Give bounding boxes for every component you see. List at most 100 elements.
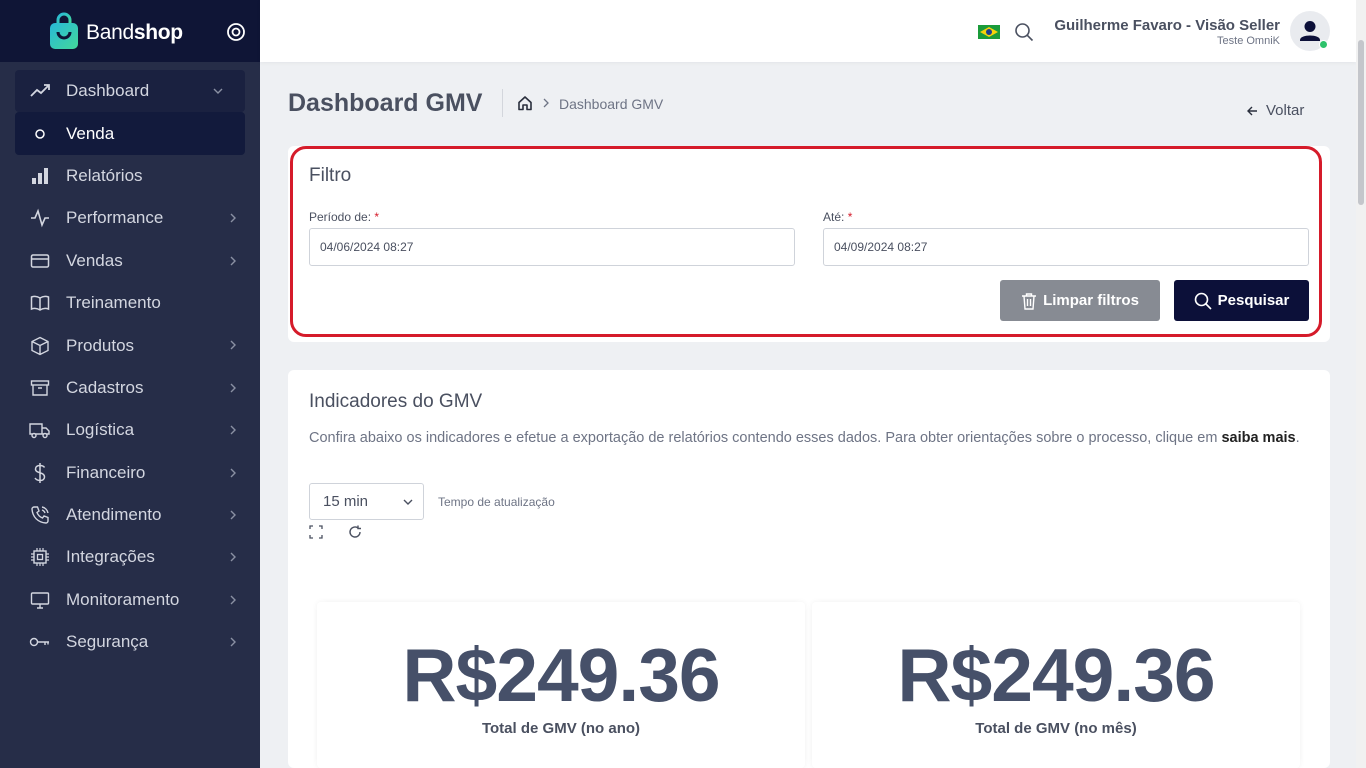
sidebar-item-label: Produtos: [66, 335, 135, 355]
truck-icon: [29, 419, 51, 441]
sidebar-item-treinamento[interactable]: Treinamento: [0, 282, 260, 324]
chip-icon: [29, 546, 51, 568]
chevron-right-icon: [230, 637, 236, 647]
sidebar-item-label: Vendas: [66, 250, 123, 270]
title-divider: [502, 89, 503, 117]
refresh-icon[interactable]: [348, 525, 362, 539]
credit-card-icon: [29, 250, 51, 272]
period-from-label: Período de: *: [309, 210, 380, 224]
chevron-right-icon: [230, 552, 236, 562]
page-scrollbar[interactable]: [1356, 0, 1366, 768]
refresh-interval-label: Tempo de atualização: [438, 495, 555, 509]
sidebar-item-label: Cadastros: [66, 377, 144, 397]
sidebar-item-label: Treinamento: [66, 293, 161, 313]
period-to-input[interactable]: [823, 228, 1309, 266]
kpi-card-gmv-month: R$249.36 Total de GMV (no mês): [812, 602, 1300, 768]
chevron-right-icon: [230, 340, 236, 350]
breadcrumb[interactable]: Dashboard GMV: [559, 96, 663, 112]
refresh-interval-value: 15 min: [323, 493, 369, 510]
arrow-left-icon: [1247, 106, 1257, 115]
refresh-interval-select[interactable]: 15 min: [309, 483, 424, 520]
sidebar-item-label: Atendimento: [66, 505, 162, 525]
sidebar-item-label: Segurança: [66, 632, 149, 652]
sidebar-item-cadastros[interactable]: Cadastros: [0, 367, 260, 409]
chevron-right-icon: [230, 510, 236, 520]
sidebar-item-monitoramento[interactable]: Monitoramento: [0, 579, 260, 621]
sidebar-item-relatorios[interactable]: Relatórios: [0, 155, 260, 197]
phone-icon: [29, 504, 51, 526]
kpi-label: Total de GMV (no ano): [481, 720, 641, 737]
kpi-label: Total de GMV (no mês): [975, 720, 1137, 737]
period-to-label: Até: *: [823, 210, 853, 224]
user-store: Teste OmniK: [1217, 35, 1280, 47]
indicators-title: Indicadores do GMV: [309, 391, 483, 412]
chevron-down-icon: [213, 88, 223, 94]
chevron-right-icon: [230, 595, 236, 605]
sidebar-item-label: Venda: [66, 123, 115, 143]
sidebar-item-logistica[interactable]: Logística: [0, 409, 260, 451]
online-status-dot: [1319, 40, 1328, 49]
logo-bar: Bandshop: [0, 0, 260, 62]
search-icon[interactable]: [1014, 22, 1034, 42]
back-label: Voltar: [1266, 102, 1305, 119]
brazil-flag-icon[interactable]: [978, 25, 1000, 39]
sidebar-item-venda[interactable]: Venda: [15, 112, 245, 155]
chevron-right-icon: [230, 468, 236, 478]
shopping-bag-logo-icon: [50, 12, 78, 49]
kpi-value: R$249.36: [402, 633, 720, 717]
sidebar-item-atendimento[interactable]: Atendimento: [0, 494, 260, 536]
fullscreen-icon[interactable]: [309, 525, 323, 539]
avatar[interactable]: [1290, 11, 1330, 51]
user-name: Guilherme Favaro - Visão Seller: [1054, 17, 1280, 34]
sidebar-item-seguranca[interactable]: Segurança: [0, 621, 260, 663]
pulse-icon: [29, 207, 51, 229]
sidebar-item-financeiro[interactable]: Financeiro: [0, 452, 260, 494]
trend-icon: [29, 80, 51, 102]
sidebar-item-label: Logística: [66, 420, 135, 440]
sidebar-item-dashboard[interactable]: Dashboard: [15, 70, 245, 112]
sidebar-nav: Dashboard Venda Relatórios Performance V…: [0, 70, 260, 663]
saiba-mais-link[interactable]: saiba mais: [1221, 430, 1295, 446]
chevron-right-icon: [230, 213, 236, 223]
trash-icon: [1022, 292, 1037, 310]
chevron-right-icon: [230, 383, 236, 393]
box-icon: [29, 335, 51, 357]
book-icon: [29, 292, 51, 314]
sidebar-item-label: Relatórios: [66, 165, 143, 185]
sidebar-toggle-icon[interactable]: [226, 22, 246, 42]
sidebar-item-label: Integrações: [66, 547, 155, 567]
sidebar-item-label: Performance: [66, 208, 164, 228]
search-label: Pesquisar: [1217, 292, 1290, 309]
home-icon[interactable]: [517, 95, 533, 111]
chevron-right-icon: [230, 256, 236, 266]
chevron-down-icon: [403, 499, 413, 505]
back-link[interactable]: Voltar: [1246, 102, 1304, 119]
sidebar-item-label: Financeiro: [66, 462, 146, 482]
bar-chart-icon: [29, 165, 51, 187]
circle-icon: [29, 123, 51, 145]
kpi-card-gmv-year: R$249.36 Total de GMV (no ano): [317, 602, 805, 768]
key-icon: [29, 631, 51, 653]
archive-icon: [29, 377, 51, 399]
sidebar: Bandshop Dashboard Venda Relatórios Perf…: [0, 0, 260, 768]
search-button[interactable]: Pesquisar: [1174, 280, 1309, 321]
sidebar-item-performance[interactable]: Performance: [0, 197, 260, 239]
topbar: Guilherme Favaro - Visão Seller Teste Om…: [260, 0, 1356, 62]
scrollbar-thumb[interactable]: [1358, 40, 1364, 205]
sidebar-item-integracoes[interactable]: Integrações: [0, 536, 260, 578]
filter-title: Filtro: [309, 165, 352, 186]
breadcrumb-chevron-icon: [543, 98, 549, 108]
kpi-value: R$249.36: [897, 633, 1215, 717]
dollar-icon: [29, 462, 51, 484]
chevron-right-icon: [230, 425, 236, 435]
page-title: Dashboard GMV: [288, 89, 483, 117]
sidebar-item-label: Monitoramento: [66, 589, 180, 609]
search-icon: [1194, 292, 1212, 310]
indicators-description: Confira abaixo os indicadores e efetue a…: [309, 430, 1300, 446]
sidebar-item-produtos[interactable]: Produtos: [0, 324, 260, 366]
clear-filters-label: Limpar filtros: [1043, 292, 1139, 309]
sidebar-item-vendas[interactable]: Vendas: [0, 240, 260, 282]
sidebar-item-label: Dashboard: [66, 81, 150, 101]
period-from-input[interactable]: [309, 228, 795, 266]
clear-filters-button[interactable]: Limpar filtros: [1000, 280, 1160, 321]
